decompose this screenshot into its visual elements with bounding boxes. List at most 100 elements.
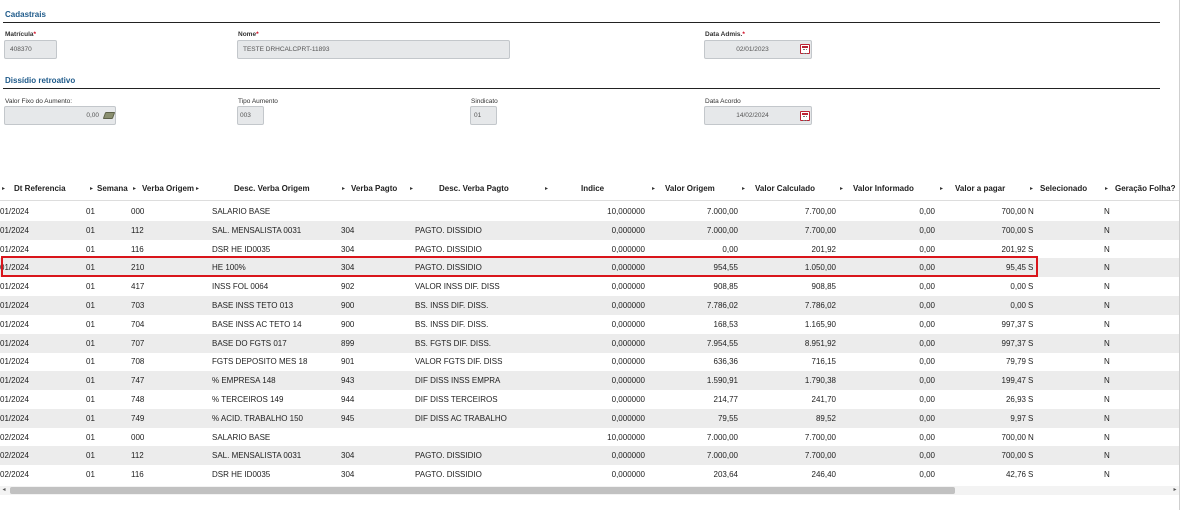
sort-arrow-icon[interactable]: ▸ — [133, 178, 136, 200]
column-header[interactable]: Valor Informado — [853, 178, 914, 200]
table-cell: N — [1104, 301, 1110, 310]
table-row[interactable]: 02/2024 01 112 SAL. MENSALISTA 0031 304 PAGTO… — [0, 446, 1180, 466]
matricula-label: Matrícula* — [5, 31, 37, 38]
sindicato-field[interactable]: 01 — [470, 106, 497, 125]
table-cell: 748 — [131, 395, 145, 404]
table-row[interactable]: 01/2024 01 704 BASE INSS AC TETO 14 900 BS. I… — [0, 315, 1180, 334]
table-row[interactable]: 01/2024 01 112 SAL. MENSALISTA 0031 304 PAGTO… — [0, 220, 1180, 240]
table-cell: S — [1028, 395, 1034, 404]
table-cell: 700,00 — [1001, 225, 1026, 235]
table-row[interactable]: 01/2024 01 749 % ACID. TRABALHO 150 945 DIF D… — [0, 408, 1180, 428]
sort-arrow-icon[interactable]: ▸ — [342, 178, 345, 200]
sort-arrow-icon[interactable]: ▸ — [410, 178, 413, 200]
table-row[interactable]: 01/2024 01 000 SALARIO BASE 10,000000 7.000,0… — [0, 202, 1180, 221]
sort-arrow-icon[interactable]: ▸ — [545, 178, 548, 200]
column-header[interactable]: Desc. Verba Pagto — [439, 178, 509, 200]
column-header[interactable]: Geração Folha? — [1115, 178, 1175, 200]
table-cell: N — [1104, 244, 1110, 254]
nome-field[interactable]: TESTE DRHCALCPRT-11893 — [237, 40, 510, 59]
table-cell: S — [1028, 263, 1034, 273]
sort-arrow-icon[interactable]: ▸ — [742, 178, 745, 200]
table-cell: 01 — [86, 432, 95, 442]
table-row[interactable]: 01/2024 01 748 % TERCEIROS 149 944 DIF DISS T… — [0, 390, 1180, 409]
column-header[interactable]: Verba Origem — [142, 178, 194, 200]
table-row[interactable]: 02/2024 01 000 SALARIO BASE 10,000000 7.000,0… — [0, 428, 1180, 447]
table-row-highlighted[interactable]: 01/2024 01 210 HE 100% 304 PAGTO. DISSIDIO 0,0… — [0, 258, 1180, 278]
table-row[interactable]: 01/2024 01 707 BASE DO FGTS 017 899 BS. FGTS … — [0, 333, 1180, 353]
sort-arrow-icon[interactable]: ▸ — [840, 178, 843, 200]
sort-arrow-icon[interactable]: ▸ — [1105, 178, 1108, 200]
table-cell: 945 — [341, 413, 355, 423]
table-cell: 908,85 — [713, 282, 738, 292]
table-row[interactable]: 01/2024 01 116 DSR HE ID0035 304 PAGTO. DISSI… — [0, 240, 1180, 259]
table-cell: 954,55 — [713, 263, 738, 273]
table-cell: 0,00 — [919, 470, 935, 480]
table-cell: 304 — [341, 263, 355, 273]
matricula-field[interactable]: 408370 — [4, 40, 57, 59]
table-cell: 241,70 — [811, 395, 836, 404]
table-row[interactable]: 01/2024 01 703 BASE INSS TETO 013 900 BS. INS… — [0, 296, 1180, 315]
scroll-right-icon[interactable]: ▸ — [1171, 486, 1179, 495]
table-cell: 01 — [86, 470, 95, 480]
column-header[interactable]: Dt Referencia — [14, 178, 66, 200]
table-cell: 0,00 — [919, 225, 935, 235]
table-cell: VALOR INSS DIF. DISS — [415, 282, 500, 292]
sort-arrow-icon[interactable]: ▸ — [652, 178, 655, 200]
table-cell: N — [1028, 207, 1034, 216]
scroll-left-icon[interactable]: ◂ — [0, 486, 8, 495]
table-cell: 116 — [131, 470, 144, 480]
table-cell: S — [1028, 319, 1034, 329]
table-row[interactable]: 01/2024 01 747 % EMPRESA 148 943 DIF DISS INS… — [0, 371, 1180, 391]
calendar-icon[interactable] — [800, 44, 810, 54]
calendar-icon[interactable] — [800, 111, 810, 121]
table-cell: 708 — [131, 357, 145, 367]
table-cell: 1.165,90 — [804, 319, 836, 329]
table-cell: N — [1104, 395, 1110, 404]
column-header[interactable]: Valor a pagar — [955, 178, 1005, 200]
table-cell: 01 — [86, 413, 95, 423]
table-cell: S — [1028, 357, 1034, 367]
table-cell: 201,92 — [1001, 244, 1026, 254]
table-cell: 700,00 — [1001, 207, 1026, 216]
table-cell: 0,000000 — [611, 451, 645, 461]
table-row[interactable]: 02/2024 01 116 DSR HE ID0035 304 PAGTO. DISSI… — [0, 465, 1180, 484]
table-cell: 703 — [131, 301, 145, 310]
sort-arrow-icon[interactable]: ▸ — [1030, 178, 1033, 200]
table-cell: 700,00 — [1001, 451, 1026, 461]
sort-arrow-icon[interactable]: ▸ — [90, 178, 93, 200]
tipo-aumento-label: Tipo Aumento — [238, 98, 278, 105]
tipo-aumento-field[interactable]: 003 — [237, 106, 264, 125]
table-cell: 01/2024 — [0, 207, 29, 216]
table-cell: 417 — [131, 282, 145, 292]
table-cell: PAGTO. DISSIDIO — [415, 470, 482, 480]
column-header[interactable]: Valor Origem — [665, 178, 715, 200]
column-header[interactable]: Indice — [581, 178, 604, 200]
column-header[interactable]: Verba Pagto — [351, 178, 397, 200]
table-cell: 0,00 — [1010, 301, 1026, 310]
sort-arrow-icon[interactable]: ▸ — [196, 178, 199, 200]
table-cell: 7.786,02 — [804, 301, 836, 310]
data-admis-field[interactable]: 02/01/2023 — [704, 40, 812, 59]
table-cell: 0,00 — [919, 357, 935, 367]
table-cell: 7.000,00 — [706, 432, 738, 442]
table-cell: N — [1104, 338, 1110, 348]
column-header[interactable]: Desc. Verba Origem — [234, 178, 310, 200]
table-cell: 0,00 — [919, 376, 935, 386]
table-row[interactable]: 01/2024 01 708 FGTS DEPOSITO MES 18 901 VALOR… — [0, 352, 1180, 371]
table-cell: 8.951,92 — [804, 338, 836, 348]
data-acordo-field[interactable]: 14/02/2024 — [704, 106, 812, 125]
sort-arrow-icon[interactable]: ▸ — [2, 178, 5, 200]
column-header[interactable]: Selecionado — [1040, 178, 1087, 200]
table-cell: 112 — [131, 451, 144, 461]
sort-arrow-icon[interactable]: ▸ — [940, 178, 943, 200]
column-header[interactable]: Semana — [97, 178, 128, 200]
valor-fixo-field[interactable]: 0,00 — [4, 106, 116, 125]
table-row[interactable]: 01/2024 01 417 INSS FOL 0064 902 VALOR INSS D… — [0, 277, 1180, 296]
table-cell: SALARIO BASE — [212, 432, 271, 442]
dissidio-divider — [3, 88, 1160, 89]
scrollbar-thumb[interactable] — [10, 487, 955, 494]
table-cell: 01 — [86, 319, 95, 329]
column-header[interactable]: Valor Calculado — [755, 178, 815, 200]
table-cell: 0,000000 — [611, 225, 645, 235]
table-cell: 246,40 — [811, 470, 836, 480]
